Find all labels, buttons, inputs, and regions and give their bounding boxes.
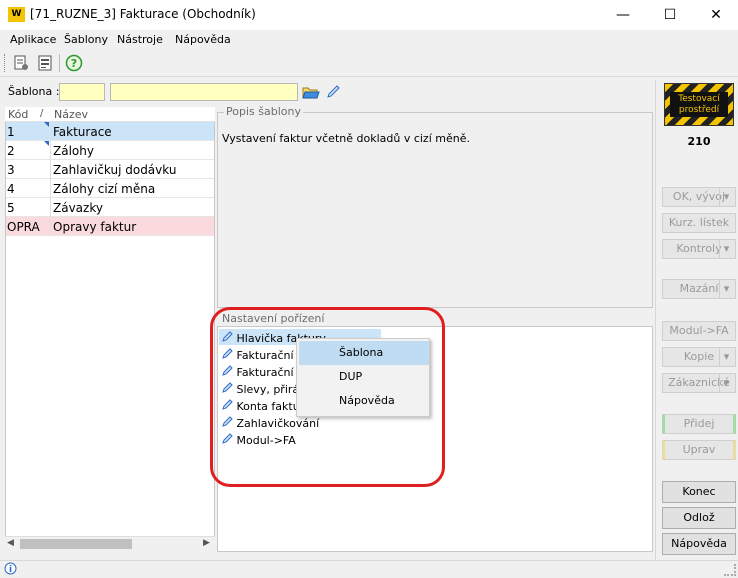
status-bar [0,560,738,578]
dropdown-arrow-icon[interactable]: ▾ [719,348,733,366]
pridej-label: Přidej [683,417,715,430]
uprav-label: Uprav [682,443,716,456]
column-divider [50,198,51,217]
kopie-label: Kopie [683,350,715,363]
table-row[interactable]: 1 Fakturace [6,122,214,141]
column-nazev[interactable]: Název [54,108,88,121]
konec-button[interactable]: Konec [662,481,736,503]
kontroly-button[interactable]: Kontroly ▾ [662,239,736,259]
settings-doc-icon[interactable] [12,54,30,72]
column-divider [50,179,51,198]
sablona-label: Šablona : [8,85,60,98]
table-row[interactable]: 4 Zálohy cizí měna [6,179,214,198]
toolbar [0,51,738,77]
test-env-line2: prostředí [678,105,720,115]
kontroly-label: Kontroly [676,242,722,255]
table-row[interactable]: 5 Závazky [6,198,214,217]
toolbar-separator [59,54,60,72]
info-icon[interactable]: i [4,562,17,575]
pridej-button[interactable]: Přidej [662,414,736,434]
row-kod: 2 [7,144,15,158]
scroll-left-icon[interactable]: ◀ [7,538,14,548]
column-divider [50,141,51,160]
dropdown-arrow-icon[interactable]: ▾ [719,280,733,298]
column-divider [50,217,51,236]
table-row[interactable]: 3 Zahlavičkuj dodávku [6,160,214,179]
resize-grip[interactable] [724,564,736,576]
sort-indicator: / [40,108,44,119]
close-button[interactable]: ✕ [693,0,738,30]
scrollbar-thumb[interactable] [20,539,132,549]
sablona-code-input[interactable] [59,83,105,101]
menu-aplikace[interactable]: Aplikace [10,33,56,46]
kurz-listek-label: Kurz. lístek [668,216,730,229]
table-row[interactable]: OPRA Opravy faktur [6,217,214,236]
row-nazev: Zálohy cizí měna [53,182,156,196]
table-row[interactable]: 2 Zálohy [6,141,214,160]
row-nazev: Závazky [53,201,103,215]
minimize-button[interactable]: — [600,0,646,30]
svg-text:i: i [9,565,12,575]
row-nazev: Opravy faktur [53,220,137,234]
row-nazev: Zálohy [53,144,94,158]
napoveda-button[interactable]: Nápověda [662,533,736,555]
dropdown-arrow-icon[interactable]: ▾ [719,188,733,206]
row-kod: OPRA [7,220,40,234]
document-list-icon[interactable] [36,54,54,72]
help-icon[interactable]: ? [65,54,83,72]
kopie-button[interactable]: Kopie ▾ [662,347,736,367]
environment-number: 210 [687,135,711,148]
row-kod: 5 [7,201,15,215]
modul-fa-button[interactable]: Modul->FA [662,321,736,341]
maximize-button[interactable]: ☐ [647,0,693,30]
svg-text:?: ? [71,57,77,70]
test-env-label: Testovací prostředí [670,92,728,117]
row-kod: 3 [7,163,15,177]
zakaznicke-button[interactable]: Zákaznické ▾ [662,373,736,393]
ok-vyvoj-label: OK, vývoj [672,190,726,203]
modul-fa-label: Modul->FA [669,324,729,337]
odloz-button[interactable]: Odlož [662,507,736,529]
column-divider [50,122,51,141]
uprav-button[interactable]: Uprav [662,440,736,460]
dropdown-arrow-icon[interactable]: ▾ [719,240,733,258]
highlight-ring [210,307,445,487]
open-folder-icon[interactable] [302,83,320,101]
menu-nastroje[interactable]: Nástroje [117,33,163,46]
edit-pencil-icon[interactable] [325,84,341,100]
ok-vyvoj-button[interactable]: OK, vývoj ▾ [662,187,736,207]
dropdown-arrow-icon[interactable]: ▾ [719,374,733,392]
row-kod: 1 [7,125,15,139]
sablona-name-input[interactable] [110,83,298,101]
column-kod[interactable]: Kód [8,108,28,121]
menu-napoveda[interactable]: Nápověda [175,33,231,46]
popis-text: Vystavení faktur včetně dokladů v cizí m… [222,132,470,145]
menu-bar [0,30,738,50]
menu-sablony[interactable]: Šablony [64,33,108,46]
list-header [5,107,215,122]
app-logo-icon: W [8,7,25,22]
row-kod: 4 [7,182,15,196]
row-nazev: Fakturace [53,125,112,139]
right-panel-divider [655,80,656,560]
popis-title: Popis šablony [224,105,303,118]
mazani-button[interactable]: Mazání ▾ [662,279,736,299]
kurz-listek-button[interactable]: Kurz. lístek [662,213,736,233]
row-nazev: Zahlavičkuj dodávku [53,163,177,177]
toolbar-grip [4,54,7,72]
mazani-label: Mazání [679,282,719,295]
window-title: [71_RUZNE_3] Fakturace (Obchodník) [30,7,256,21]
scroll-right-icon[interactable]: ▶ [203,538,210,548]
column-divider [50,160,51,179]
test-env-line1: Testovací [678,94,720,104]
